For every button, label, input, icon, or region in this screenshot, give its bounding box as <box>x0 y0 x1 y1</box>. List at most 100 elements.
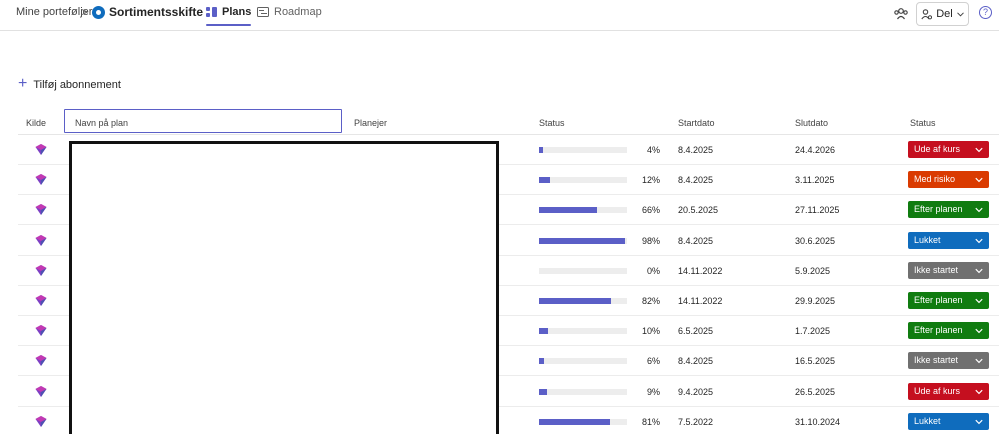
tab-roadmap-label: Roadmap <box>274 6 322 18</box>
start-date: 8.4.2025 <box>678 235 714 246</box>
plan-name-filter-input[interactable]: Navn på plan <box>64 109 342 133</box>
progress-bar-fill <box>539 207 598 214</box>
redacted-region <box>69 141 499 434</box>
start-date: 14.11.2022 <box>678 265 723 276</box>
progress-bar <box>539 237 627 244</box>
group-members-icon[interactable] <box>893 6 909 22</box>
share-button[interactable]: Del <box>916 2 969 26</box>
planner-source-icon <box>35 355 47 367</box>
status-dropdown[interactable]: Lukket <box>908 231 989 249</box>
column-header-status[interactable]: Status <box>910 118 936 128</box>
tab-plans[interactable]: Plans <box>206 0 252 30</box>
chevron-down-icon <box>975 147 983 153</box>
share-person-icon <box>921 8 933 19</box>
chevron-down-icon <box>975 359 983 364</box>
column-header-start-date[interactable]: Startdato <box>678 118 715 128</box>
status-dropdown[interactable]: Lukket <box>908 412 989 430</box>
start-date: 8.4.2025 <box>678 145 714 155</box>
progress-bar-fill <box>539 328 548 335</box>
add-subscription-button[interactable]: + Tilføj abonnement <box>18 75 121 92</box>
page-title: Sortimentsskifte <box>109 5 204 19</box>
status-dropdown[interactable]: Efter planen <box>908 322 989 340</box>
progress-bar-fill <box>539 177 550 184</box>
start-date: 8.4.2025 <box>678 175 714 186</box>
help-icon[interactable]: ? <box>979 6 992 19</box>
progress-percent: 4% <box>646 145 660 155</box>
column-header-planner[interactable]: Planejer <box>354 118 387 128</box>
status-dropdown[interactable]: Ikke startet <box>908 352 989 370</box>
status-dropdown[interactable]: Ude af kurs <box>908 141 989 158</box>
status-dropdown[interactable]: Efter planen <box>908 201 989 219</box>
chevron-down-icon <box>975 208 983 213</box>
progress-bar-fill <box>539 388 547 395</box>
progress-bar-fill <box>539 418 611 425</box>
column-header-end-date[interactable]: Slutdato <box>795 118 828 128</box>
start-date: 9.4.2025 <box>678 386 714 397</box>
progress-percent: 81% <box>641 416 660 427</box>
progress-percent: 98% <box>641 235 660 246</box>
planner-source-icon <box>35 415 47 427</box>
planner-source-icon <box>35 234 47 246</box>
chevron-down-icon <box>956 11 964 17</box>
progress-percent: 66% <box>641 205 660 216</box>
progress-bar-fill <box>539 298 612 304</box>
status-label: Efter planen <box>914 295 963 305</box>
progress-percent: 9% <box>646 386 660 397</box>
progress-bar <box>539 267 627 274</box>
status-label: Lukket <box>914 234 941 245</box>
end-date: 16.5.2025 <box>795 356 836 367</box>
end-date: 31.10.2024 <box>795 416 841 427</box>
progress-percent: 6% <box>646 356 660 367</box>
end-date: 29.9.2025 <box>795 296 836 306</box>
progress-bar-fill <box>539 147 543 153</box>
status-label: Efter planen <box>914 325 963 336</box>
tab-roadmap[interactable]: Roadmap <box>257 0 322 30</box>
status-label: Ude af kurs <box>914 385 961 396</box>
progress-bar <box>539 298 627 304</box>
chevron-down-icon <box>975 298 983 304</box>
chevron-down-icon <box>975 419 983 425</box>
progress-bar <box>539 358 627 365</box>
column-header-source[interactable]: Kilde <box>26 118 46 128</box>
status-dropdown[interactable]: Ude af kurs <box>908 382 989 400</box>
start-date: 14.11.2022 <box>678 296 723 306</box>
add-subscription-label: Tilføj abonnement <box>33 79 121 91</box>
progress-bar <box>539 328 627 335</box>
start-date: 8.4.2025 <box>678 356 714 367</box>
top-bar: Mine porteføljer > Sortimentsskifte Plan… <box>0 0 999 31</box>
start-date: 6.5.2025 <box>678 326 714 337</box>
chevron-down-icon <box>975 177 983 183</box>
tab-plans-label: Plans <box>222 6 252 18</box>
plan-name-placeholder: Navn på plan <box>75 118 129 128</box>
planner-source-icon <box>35 295 47 306</box>
start-date: 7.5.2022 <box>678 416 714 427</box>
status-dropdown[interactable]: Efter planen <box>908 292 989 309</box>
end-date: 26.5.2025 <box>795 386 836 397</box>
progress-percent: 82% <box>641 296 660 306</box>
progress-bar <box>539 388 627 395</box>
progress-bar-fill <box>539 237 626 244</box>
status-dropdown[interactable]: Med risiko <box>908 171 989 189</box>
share-button-label: Del <box>936 8 953 20</box>
plus-icon: + <box>18 75 28 92</box>
status-label: Med risiko <box>914 174 956 185</box>
progress-bar <box>539 207 627 214</box>
chevron-down-icon <box>975 268 983 274</box>
status-label: Ikke startet <box>914 355 959 366</box>
end-date: 3.11.2025 <box>795 175 835 186</box>
progress-bar <box>539 147 627 153</box>
planner-source-icon <box>35 144 47 155</box>
breadcrumb-chevron-icon: > <box>81 5 89 19</box>
planner-source-icon <box>35 174 47 186</box>
end-date: 1.7.2025 <box>795 326 831 337</box>
column-header-progress[interactable]: Status <box>539 118 565 128</box>
progress-percent: 0% <box>646 265 660 276</box>
planner-source-icon <box>35 385 47 397</box>
chevron-down-icon <box>975 238 983 243</box>
end-date: 5.9.2025 <box>795 265 831 276</box>
plans-icon <box>206 7 217 17</box>
chevron-down-icon <box>975 328 983 334</box>
roadmap-icon <box>257 7 269 17</box>
end-date: 27.11.2025 <box>795 205 840 216</box>
status-dropdown[interactable]: Ikke startet <box>908 261 989 279</box>
